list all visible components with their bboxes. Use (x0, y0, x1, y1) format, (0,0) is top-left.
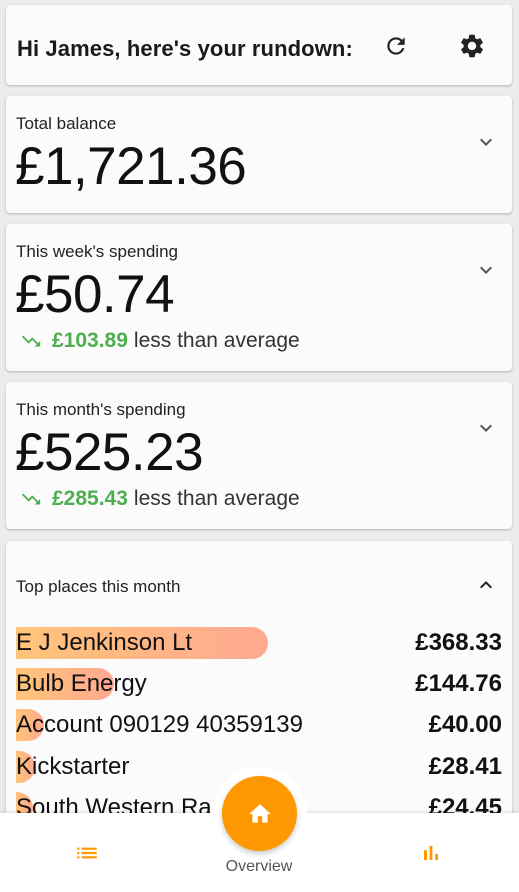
place-name: E J Jenkinson Lt (16, 629, 193, 656)
month-spending-card[interactable]: This month's spending £525.23 £285.43 le… (6, 382, 512, 529)
refresh-icon (387, 37, 405, 55)
chevron-down-icon[interactable] (474, 416, 498, 440)
week-trend-value: £103.89 (52, 329, 128, 352)
overview-fab-button[interactable] (222, 776, 297, 851)
week-spending-card[interactable]: This week's spending £50.74 £103.89 less… (6, 224, 512, 371)
bar-chart-icon (424, 845, 438, 860)
place-name: Kickstarter (16, 753, 130, 780)
week-trend: £103.89 less than average (17, 329, 300, 353)
month-trend-value: £285.43 (52, 487, 128, 510)
place-amount: £144.76 (415, 670, 502, 697)
place-row[interactable]: Bulb Energy £144.76 (16, 668, 502, 702)
month-trend: £285.43 less than average (17, 487, 300, 511)
week-spending-amount: £50.74 (15, 265, 175, 324)
month-spending-label: This month's spending (16, 400, 186, 419)
place-row[interactable]: Account 090129 40359139 £40.00 (16, 709, 502, 743)
top-places-title: Top places this month (16, 577, 181, 596)
total-balance-card[interactable]: Total balance £1,721.36 (6, 96, 512, 213)
gear-icon (461, 34, 483, 58)
total-balance-amount: £1,721.36 (15, 137, 247, 196)
home-icon (248, 803, 271, 823)
trending-down-icon (21, 493, 41, 505)
settings-button[interactable] (454, 28, 490, 64)
header-card: Hi James, here's your rundown: (6, 5, 512, 85)
chevron-up-icon[interactable] (474, 573, 498, 597)
place-amount: £28.41 (428, 753, 502, 780)
place-amount: £368.33 (415, 629, 502, 656)
place-row[interactable]: E J Jenkinson Lt £368.33 (16, 627, 502, 661)
list-icon (77, 847, 97, 858)
chevron-down-icon[interactable] (474, 130, 498, 154)
total-balance-label: Total balance (16, 114, 117, 133)
place-name: Bulb Energy (16, 670, 147, 697)
trending-down-icon (21, 335, 41, 347)
nav-transactions-button[interactable] (37, 813, 137, 892)
week-trend-text: less than average (133, 329, 300, 352)
month-spending-amount: £525.23 (15, 423, 204, 482)
nav-stats-button[interactable] (381, 813, 481, 892)
month-trend-text: less than average (133, 487, 300, 510)
refresh-button[interactable] (378, 28, 414, 64)
place-amount: £40.00 (428, 711, 502, 738)
place-name: Account 090129 40359139 (16, 711, 303, 738)
chevron-down-icon[interactable] (474, 258, 498, 282)
overview-label: Overview (225, 858, 293, 875)
greeting-text: Hi James, here's your rundown: (17, 36, 353, 61)
week-spending-label: This week's spending (16, 242, 178, 261)
